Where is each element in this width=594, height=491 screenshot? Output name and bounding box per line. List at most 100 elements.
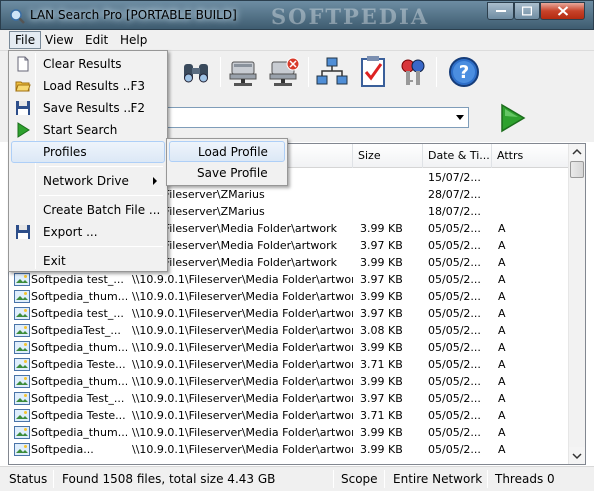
cell-date: 05/05/2...	[428, 222, 481, 235]
keys-icon	[401, 59, 425, 85]
cell-date: 05/05/2...	[428, 375, 481, 388]
menu-item-create-batch-file[interactable]: Create Batch File ...	[11, 199, 165, 221]
table-row[interactable]: Softpedia... \\10.9.0.1\Fileserver\Media …	[9, 441, 569, 458]
table-row[interactable]: Softpedia test_... \\10.9.0.1\Fileserver\…	[9, 305, 569, 322]
menu-view[interactable]: View	[40, 31, 78, 49]
profiles-submenu: Load Profile Save Profile	[166, 138, 288, 186]
menu-item-label: Clear Results	[43, 57, 122, 71]
network-icon	[316, 57, 348, 85]
cell-size: 3.99 KB	[360, 222, 403, 235]
scroll-down-button[interactable]	[569, 447, 585, 464]
cell-size: 3.99 KB	[360, 290, 403, 303]
menu-item-label: Start Search	[43, 123, 118, 137]
cell-name: Softpedia_thum...	[31, 290, 127, 303]
image-file-icon	[14, 324, 30, 337]
menu-file[interactable]: File	[9, 31, 42, 49]
menu-item-label: Export ...	[43, 225, 98, 239]
menu-item-exit[interactable]: Exit	[11, 250, 165, 272]
minimize-icon	[495, 10, 506, 12]
menu-item-network-drive[interactable]: Network Drive	[11, 170, 165, 192]
menu-item-load-profile[interactable]: Load Profile	[169, 141, 285, 162]
cell-name: Softpedia_thum...	[31, 375, 127, 388]
menu-item-label: Create Batch File ...	[43, 203, 161, 217]
checklist-button[interactable]	[355, 54, 391, 90]
close-button[interactable]	[540, 2, 585, 20]
find-button[interactable]	[178, 54, 214, 90]
menu-item-label: Save Results ...	[43, 101, 135, 115]
maximize-icon	[522, 6, 532, 16]
cell-date: 05/05/2...	[428, 273, 481, 286]
table-row[interactable]: Softpedia test_... \\10.9.0.1\Fileserver\…	[9, 271, 569, 288]
export-disk-icon	[16, 225, 30, 239]
remove-computer-button[interactable]	[266, 54, 302, 90]
cell-date: 05/05/2...	[428, 290, 481, 303]
cell-date: 05/05/2...	[428, 426, 481, 439]
menu-separator	[39, 166, 163, 167]
help-button[interactable]: ?	[446, 54, 482, 90]
cell-attrs: A	[498, 256, 506, 269]
menu-item-load-results[interactable]: Load Results ... F3	[11, 75, 165, 97]
minimize-button[interactable]	[487, 2, 514, 20]
column-header-size[interactable]: Size	[353, 144, 423, 168]
cell-path: \\10.9.0.1\Fileserver\Media Folder\artwo…	[132, 307, 353, 320]
cell-date: 15/07/2...	[428, 171, 481, 184]
menu-item-clear-results[interactable]: Clear Results	[11, 53, 165, 75]
keys-button[interactable]	[395, 54, 431, 90]
image-file-icon	[14, 443, 30, 456]
image-file-icon	[14, 409, 30, 422]
help-icon: ?	[449, 57, 479, 87]
cell-attrs: A	[498, 307, 506, 320]
network-button[interactable]	[314, 54, 350, 90]
play-icon[interactable]	[499, 103, 527, 133]
floppy-disk-icon	[16, 101, 30, 115]
network-computer-icon	[229, 61, 257, 86]
table-row[interactable]: SoftpediaTest_... \\10.9.0.1\Fileserver\M…	[9, 322, 569, 339]
column-header-attrs[interactable]: Attrs	[492, 144, 569, 168]
title-bar[interactable]: LAN Search Pro [PORTABLE BUILD] SOFTPEDI…	[0, 0, 594, 30]
table-row[interactable]: Softpedia Teste... \\10.9.0.1\Fileserver\…	[9, 356, 569, 373]
app-icon	[10, 9, 25, 24]
cell-path: \\10.9.0.1\Fileserver\Media Folder\artwo…	[132, 443, 353, 456]
remove-computer-icon	[269, 57, 300, 86]
status-threads: Threads 0	[495, 472, 555, 486]
menu-edit[interactable]: Edit	[80, 31, 113, 49]
menu-item-label: Network Drive	[43, 174, 129, 188]
scroll-thumb[interactable]	[570, 161, 584, 178]
scroll-up-button[interactable]	[569, 144, 585, 161]
table-row[interactable]: Softpedia Teste... \\10.9.0.1\Fileserver\…	[9, 407, 569, 424]
menu-item-profiles[interactable]: Profiles	[11, 141, 165, 163]
chevron-down-icon[interactable]	[456, 115, 464, 120]
cell-name: Softpedia test_...	[31, 307, 124, 320]
menu-help[interactable]: Help	[115, 31, 152, 49]
vertical-scrollbar[interactable]	[568, 144, 585, 464]
table-row[interactable]: Softpedia_thum... \\10.9.0.1\Fileserver\M…	[9, 288, 569, 305]
maximize-button[interactable]	[514, 2, 540, 20]
cell-size: 3.71 KB	[360, 358, 403, 371]
menu-item-save-results[interactable]: Save Results ... F2	[11, 97, 165, 119]
open-folder-icon	[15, 81, 31, 92]
table-row[interactable]: Softpedia Test_... \\10.9.0.1\Fileserver\…	[9, 390, 569, 407]
cell-attrs: A	[498, 409, 506, 422]
cell-attrs: A	[498, 341, 506, 354]
menu-separator	[39, 195, 163, 196]
cell-date: 05/05/2...	[428, 324, 481, 337]
search-combo[interactable]	[160, 107, 469, 128]
status-separator	[333, 470, 334, 488]
menu-item-start-search[interactable]: Start Search	[11, 119, 165, 141]
cell-path: \\10.9.0.1\Fileserver\Media Folder\artwo…	[132, 375, 353, 388]
table-row[interactable]: Softpedia_thum... \\10.9.0.1\Fileserver\M…	[9, 339, 569, 356]
menu-item-export[interactable]: Export ...	[11, 221, 165, 243]
table-row[interactable]: Softpedia_thum... \\10.9.0.1\Fileserver\M…	[9, 424, 569, 441]
table-row[interactable]: Softpedia_thum... \\10.9.0.1\Fileserver\M…	[9, 373, 569, 390]
cell-path: \\10.9.0.1\Fileserver\Media Folder\artwo…	[132, 392, 353, 405]
cell-size: 3.97 KB	[360, 392, 403, 405]
image-file-icon	[14, 273, 30, 286]
cell-path: \\10.9.0.1\Fileserver\Media Folder\artwo…	[132, 358, 353, 371]
status-separator	[487, 470, 488, 488]
cell-date: 05/05/2...	[428, 307, 481, 320]
cell-name: Softpedia Test_...	[31, 392, 125, 405]
menu-item-save-profile[interactable]: Save Profile	[169, 163, 285, 184]
network-computer-button[interactable]	[226, 54, 262, 90]
toolbar-separator	[220, 57, 221, 87]
column-header-date[interactable]: Date & Ti...	[423, 144, 492, 168]
